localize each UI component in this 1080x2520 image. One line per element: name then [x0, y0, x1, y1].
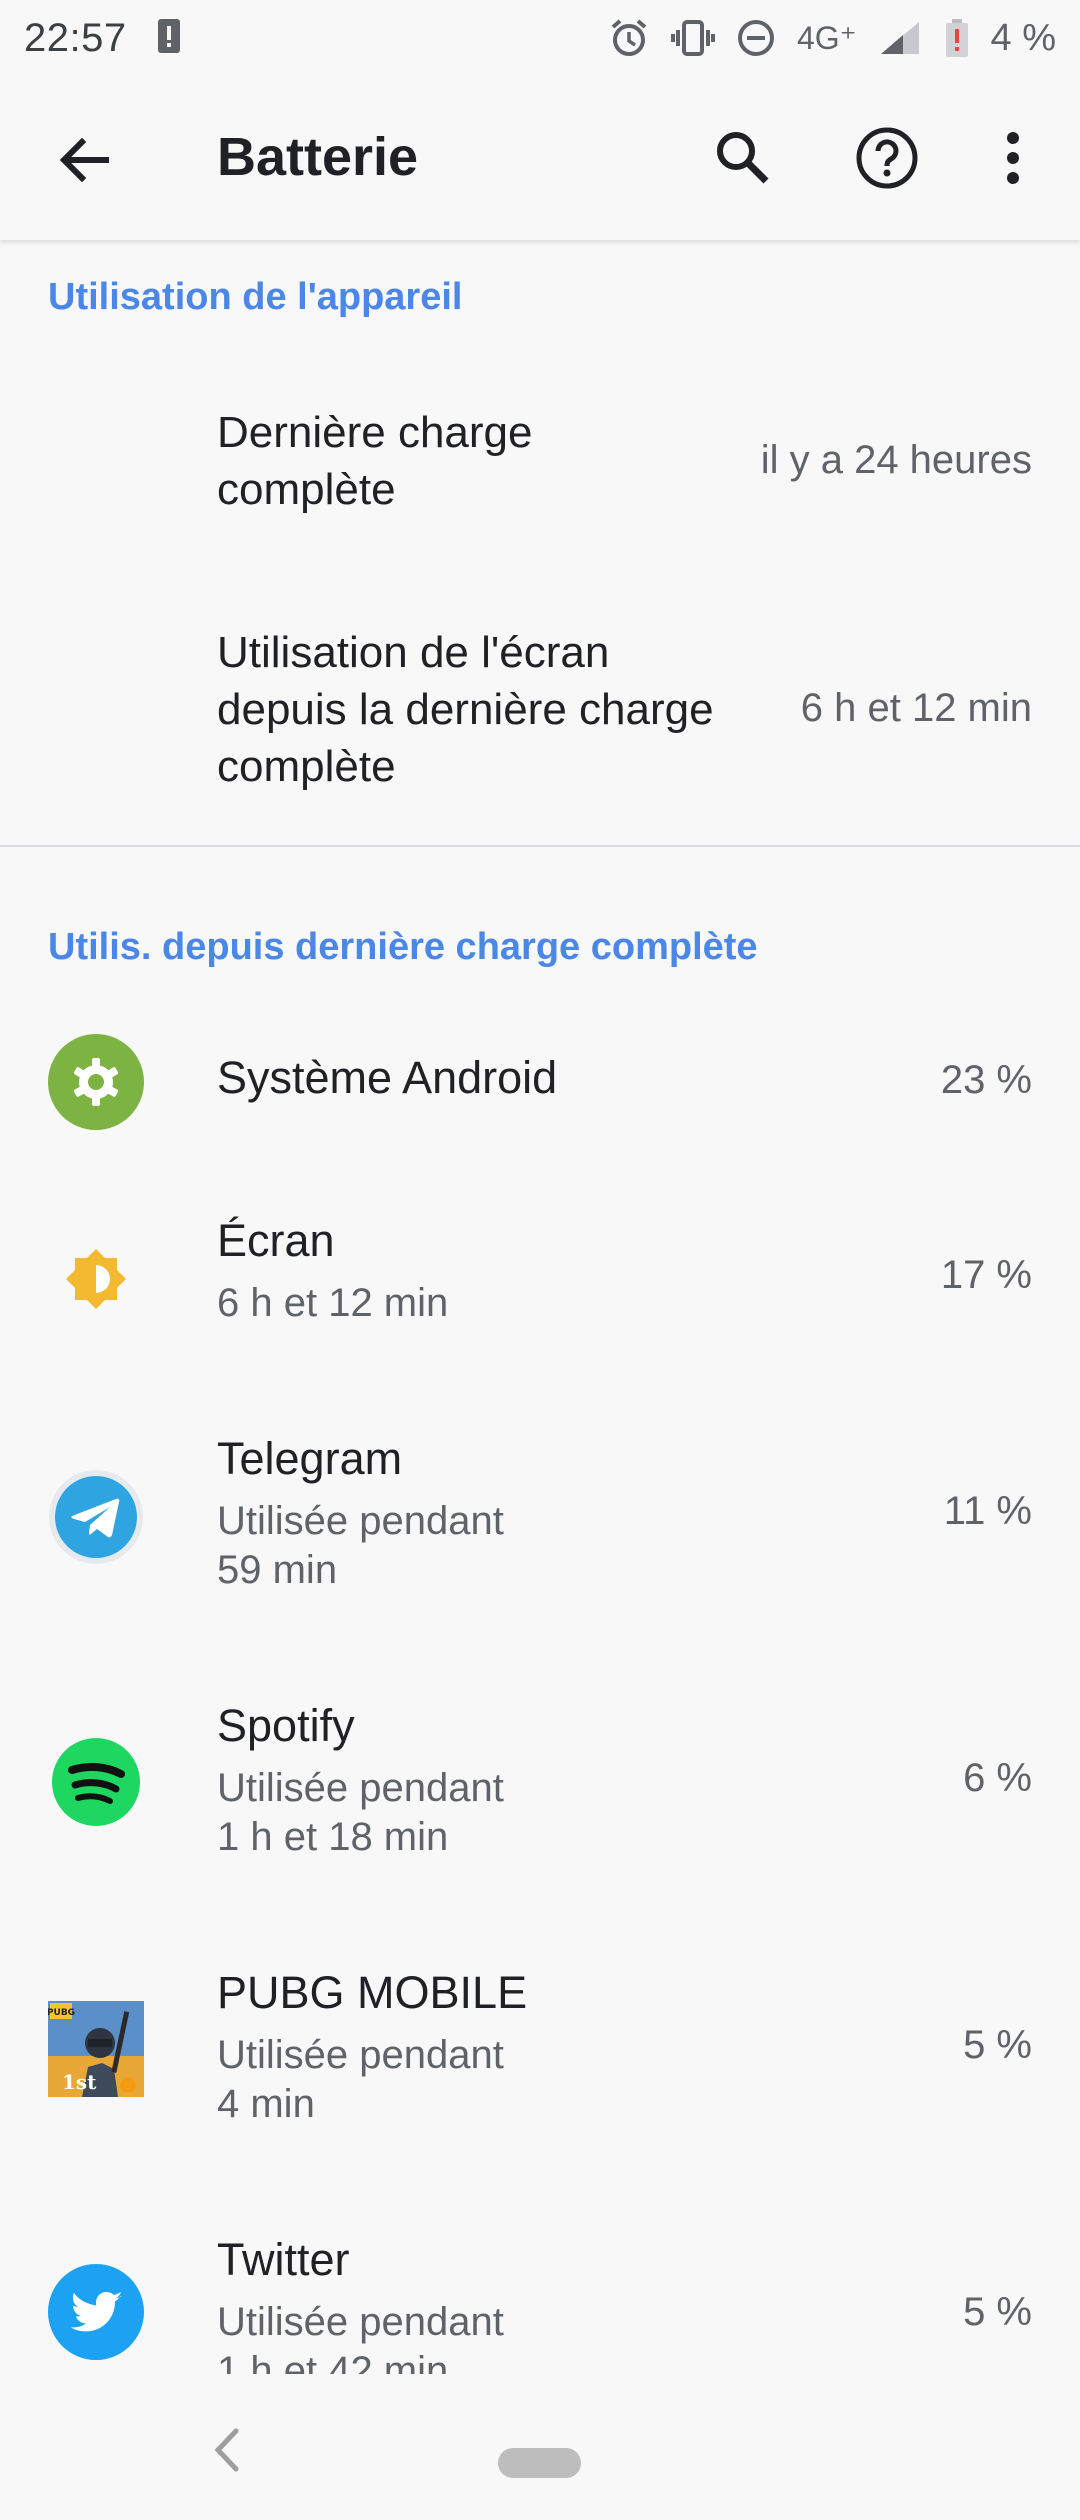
- list-item-telegram[interactable]: Telegram Utilisée pendant 59 min 11 %: [0, 1433, 1080, 1593]
- app-percentage: 23 %: [940, 1058, 1032, 1102]
- svg-text:1st: 1st: [62, 2070, 97, 2094]
- section-divider: [0, 845, 1080, 847]
- screen-usage-label: Utilisation de l'écran depuis la dernièr…: [217, 628, 714, 791]
- more-options-button[interactable]: [977, 122, 1049, 194]
- spotify-icon: [52, 1738, 140, 1826]
- app-usage-line2: 4 min: [217, 2082, 315, 2126]
- app-usage-line2: 1 h et 18 min: [217, 1815, 449, 1859]
- screen-usage-value: 6 h et 12 min: [800, 686, 1032, 730]
- last-full-charge-label: Dernière charge complète: [217, 408, 533, 514]
- svg-text:PUBG: PUBG: [48, 2008, 75, 2018]
- telegram-icon: [49, 1470, 143, 1564]
- page-title: Batterie: [217, 127, 419, 187]
- app-percentage: 5 %: [963, 2023, 1032, 2067]
- app-usage-line1: 6 h et 12 min: [217, 1281, 449, 1325]
- more-vert-icon: [1007, 132, 1019, 184]
- navigation-bar: [0, 2375, 1080, 2520]
- nav-home-pill-icon[interactable]: [498, 2448, 581, 2478]
- app-name: PUBG MOBILE: [217, 1967, 528, 2018]
- battery-low-icon: [945, 18, 969, 58]
- status-time: 22:57: [24, 15, 127, 60]
- app-usage-line1: Utilisée pendant: [217, 1766, 504, 1810]
- network-type: 4G⁺: [796, 20, 857, 56]
- alarm-icon: [609, 18, 649, 58]
- list-item-pubg-mobile[interactable]: PUBG 1st PUBG MOBILE Utilisée pendant 4 …: [0, 1967, 1080, 2127]
- pubg-mobile-icon: PUBG 1st: [48, 2001, 144, 2097]
- list-item-twitter[interactable]: Twitter Utilisée pendant 1 h et 42 min 5…: [0, 2234, 1080, 2374]
- app-name: Twitter: [217, 2234, 350, 2285]
- app-percentage: 17 %: [940, 1253, 1032, 1297]
- list-item-android-system[interactable]: Système Android 23 %: [0, 1030, 1080, 1135]
- section-header-device-usage: Utilisation de l'appareil: [48, 276, 463, 318]
- alert-icon: [157, 18, 181, 59]
- search-button[interactable]: [707, 122, 779, 194]
- app-percentage: 11 %: [943, 1489, 1032, 1533]
- battery-percentage: 4 %: [990, 16, 1056, 59]
- list-item-spotify[interactable]: Spotify Utilisée pendant 1 h et 18 min 6…: [0, 1700, 1080, 1860]
- vibrate-icon: [670, 18, 715, 58]
- app-name: Écran: [217, 1215, 335, 1266]
- last-full-charge-row[interactable]: Dernière charge complète il y a 24 heure…: [0, 400, 1080, 530]
- app-name: Spotify: [217, 1700, 355, 1751]
- status-bar: 22:57 4G⁺ 4 %: [0, 0, 1080, 76]
- signal-icon: [879, 20, 923, 56]
- back-button[interactable]: [52, 128, 116, 192]
- app-usage-line1: Utilisée pendant: [217, 1499, 504, 1543]
- help-icon: [856, 127, 918, 189]
- dnd-icon: [737, 19, 775, 57]
- screen-brightness-icon: [66, 1249, 126, 1309]
- app-usage-line2: 1 h et 42 min: [217, 2349, 449, 2374]
- last-full-charge-value: il y a 24 heures: [760, 438, 1032, 482]
- back-arrow-icon: [59, 137, 109, 183]
- app-name: Telegram: [217, 1433, 403, 1484]
- app-percentage: 5 %: [963, 2290, 1032, 2334]
- nav-back-icon: [214, 2428, 239, 2472]
- screen-usage-row[interactable]: Utilisation de l'écran depuis la dernièr…: [0, 620, 1080, 800]
- list-item-screen[interactable]: Écran 6 h et 12 min 17 %: [0, 1215, 1080, 1335]
- android-system-gear-icon: [48, 1034, 144, 1130]
- twitter-icon: [48, 2264, 144, 2360]
- section-header-usage-since-charge: Utilis. depuis dernière charge complète: [48, 926, 758, 968]
- app-name: Système Android: [217, 1052, 558, 1103]
- search-icon: [717, 132, 769, 184]
- app-bar: Batterie: [0, 76, 1080, 240]
- app-percentage: 6 %: [963, 1756, 1032, 1800]
- help-button[interactable]: [851, 122, 923, 194]
- app-usage-line1: Utilisée pendant: [217, 2033, 504, 2077]
- app-usage-line2: 59 min: [217, 1548, 338, 1592]
- nav-back-button[interactable]: [208, 2425, 244, 2480]
- app-usage-line1: Utilisée pendant: [217, 2300, 504, 2344]
